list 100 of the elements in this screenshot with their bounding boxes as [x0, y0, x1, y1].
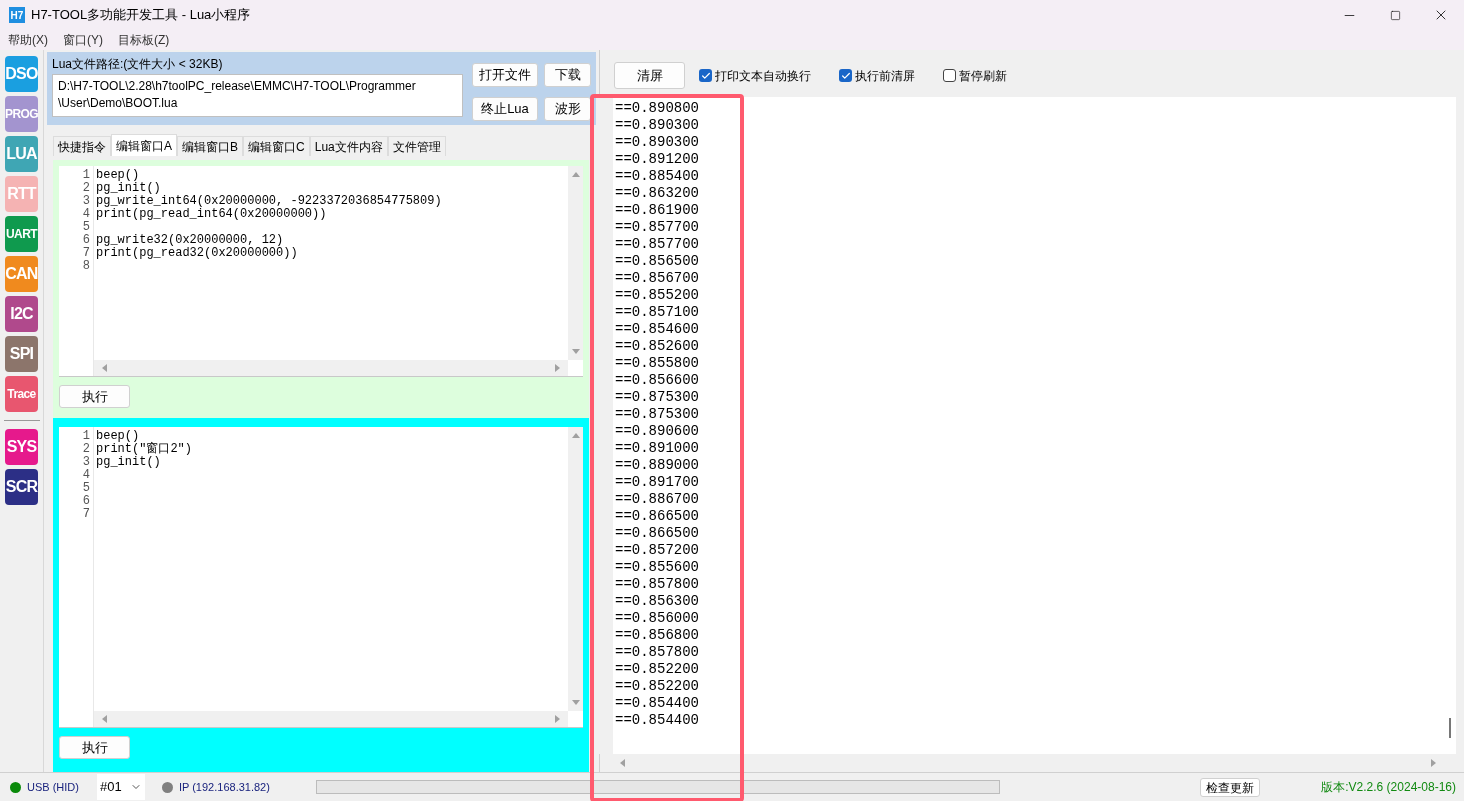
- file-path-label: Lua文件路径:(文件大小 < 32KB): [52, 57, 224, 72]
- module-button[interactable]: SPI: [5, 336, 38, 372]
- tab[interactable]: 文件管理: [387, 136, 446, 156]
- output-line: ==0.891700: [615, 474, 699, 491]
- output-line: ==0.856700: [615, 270, 699, 287]
- output-line: ==0.856600: [615, 372, 699, 389]
- code-line: pg_write_int64(0x20000000, -9223372036854775809): [96, 195, 442, 208]
- push-button[interactable]: 清屏: [614, 62, 685, 89]
- output-line: ==0.854400: [615, 695, 699, 712]
- scroll-left-icon[interactable]: [100, 714, 110, 724]
- app-logo: H7: [9, 7, 25, 23]
- push-button[interactable]: 打开文件: [472, 63, 538, 87]
- file-path-field[interactable]: D:\H7-TOOL\2.28\h7toolPC_release\EMMC\H7-TOOL\Programmer \User\Demo\BOOT.lua: [52, 74, 463, 117]
- scroll-down-icon[interactable]: [570, 697, 581, 707]
- checkbox[interactable]: [839, 69, 852, 82]
- line-number: 3: [82, 456, 90, 469]
- code-line: pg_write32(0x20000000, 12): [96, 234, 284, 247]
- output-line: ==0.856800: [615, 627, 699, 644]
- scroll-right-icon[interactable]: [552, 714, 562, 724]
- code-line: print(pg_read_int64(0x20000000)): [96, 208, 327, 221]
- check-update-button[interactable]: 检查更新: [1199, 777, 1260, 797]
- output-line: ==0.855800: [615, 355, 699, 372]
- output-line: ==0.852600: [615, 338, 699, 355]
- scroll-left-icon[interactable]: [618, 758, 628, 768]
- output-line: ==0.890800: [615, 100, 699, 117]
- push-button[interactable]: 执行: [59, 736, 130, 759]
- scroll-right-icon[interactable]: [552, 363, 562, 373]
- module-button[interactable]: Trace: [5, 376, 38, 412]
- horizontal-scrollbar[interactable]: [94, 360, 568, 376]
- code-line: pg_init(): [96, 456, 161, 469]
- scroll-up-icon[interactable]: [570, 170, 581, 180]
- push-button[interactable]: 终止Lua: [472, 96, 538, 121]
- output-line: ==0.891200: [615, 151, 699, 168]
- menu-item[interactable]: 帮助(X): [8, 31, 48, 49]
- line-number: 6: [82, 495, 90, 508]
- output-line: ==0.885400: [615, 168, 699, 185]
- output-line: ==0.857800: [615, 576, 699, 593]
- push-button[interactable]: 下载: [544, 63, 591, 87]
- output-line: ==0.890300: [615, 134, 699, 151]
- code-line: beep(): [96, 430, 140, 443]
- code-line: pg_init(): [96, 182, 161, 195]
- scroll-up-icon[interactable]: [570, 431, 581, 441]
- module-button[interactable]: SCR: [5, 469, 38, 505]
- module-button[interactable]: UART: [5, 216, 38, 252]
- device-select[interactable]: #01: [96, 774, 145, 800]
- checkbox-label: 执行前清屏: [855, 67, 915, 85]
- checkbox[interactable]: [943, 69, 956, 82]
- output-line: ==0.852200: [615, 661, 699, 678]
- output-line: ==0.857800: [615, 644, 699, 661]
- push-button[interactable]: 波形: [544, 96, 591, 121]
- vertical-scrollbar[interactable]: [568, 427, 583, 711]
- code-line: beep(): [96, 169, 140, 182]
- line-number: 2: [82, 182, 90, 195]
- usb-status: USB (HID): [27, 779, 79, 795]
- line-number: 8: [82, 260, 90, 273]
- tab[interactable]: 快捷指令: [53, 136, 111, 156]
- output-line: ==0.857700: [615, 219, 699, 236]
- output-line: ==0.857700: [615, 236, 699, 253]
- version-text: 版本:V2.2.6 (2024-08-16): [1321, 779, 1456, 796]
- tab[interactable]: 编辑窗口B: [177, 136, 244, 156]
- scroll-left-icon[interactable]: [100, 363, 110, 373]
- module-button[interactable]: SYS: [5, 429, 38, 465]
- maximize-icon[interactable]: [1389, 9, 1401, 21]
- output-line: ==0.855200: [615, 287, 699, 304]
- output-line: ==0.889000: [615, 457, 699, 474]
- scroll-down-icon[interactable]: [570, 346, 581, 356]
- menu-item[interactable]: 窗口(Y): [63, 31, 103, 49]
- line-number: 7: [82, 247, 90, 260]
- line-number: 1: [82, 430, 90, 443]
- output-line: ==0.875300: [615, 389, 699, 406]
- tab[interactable]: 编辑窗口C: [243, 136, 310, 156]
- output-line: ==0.854400: [615, 712, 699, 729]
- output-line: ==0.856300: [615, 593, 699, 610]
- output-line: ==0.891000: [615, 440, 699, 457]
- checkbox[interactable]: [699, 69, 712, 82]
- vertical-scrollbar[interactable]: [1443, 97, 1456, 754]
- line-number: 5: [82, 482, 90, 495]
- tab[interactable]: 编辑窗口A: [111, 134, 177, 156]
- output-line: ==0.852200: [615, 678, 699, 695]
- output-line: ==0.863200: [615, 185, 699, 202]
- line-number: 3: [82, 195, 90, 208]
- output-line: ==0.875300: [615, 406, 699, 423]
- output-line: ==0.857100: [615, 304, 699, 321]
- checkbox-label: 暂停刷新: [959, 67, 1007, 85]
- module-button[interactable]: I2C: [5, 296, 38, 332]
- scroll-right-icon[interactable]: [1428, 758, 1438, 768]
- code-line: print("窗口2"): [96, 443, 192, 456]
- line-number: 4: [82, 208, 90, 221]
- output-line: ==0.886700: [615, 491, 699, 508]
- push-button[interactable]: 执行: [59, 385, 130, 408]
- line-number: 7: [82, 508, 90, 521]
- vertical-scrollbar[interactable]: [568, 166, 583, 360]
- output-line: ==0.854600: [615, 321, 699, 338]
- output-line: ==0.855600: [615, 559, 699, 576]
- horizontal-scrollbar[interactable]: [94, 711, 568, 727]
- window-title: H7-TOOL多功能开发工具 - Lua小程序: [31, 6, 251, 25]
- line-number: 6: [82, 234, 90, 247]
- tab[interactable]: Lua文件内容: [309, 136, 388, 156]
- output-line: ==0.856000: [615, 610, 699, 627]
- menu-item[interactable]: 目标板(Z): [118, 31, 170, 49]
